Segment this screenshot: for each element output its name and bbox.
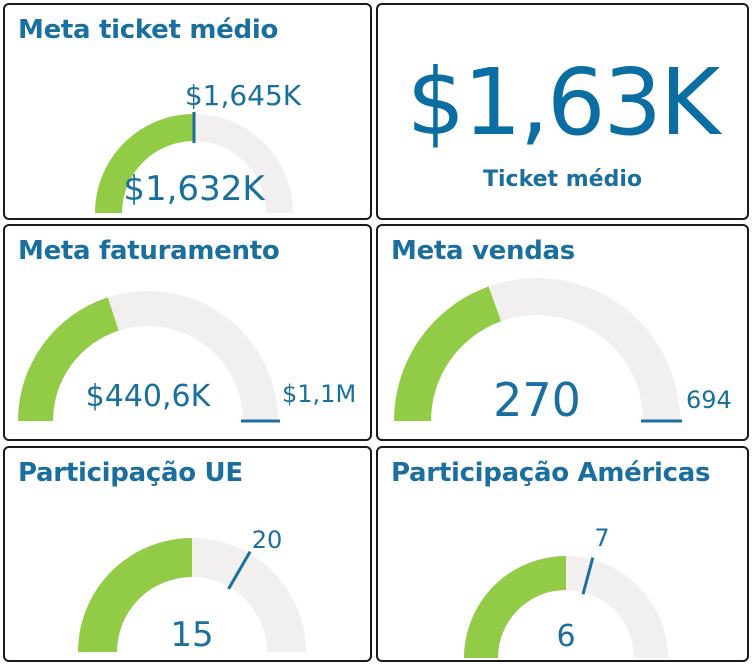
gauge-card-participacao-americas[interactable]: Participação Américas 67: [376, 446, 749, 662]
kpi-label: Ticket médio: [483, 167, 642, 192]
gauge-meta-ticket-medio: $1,632K $1,645K: [95, 79, 302, 213]
gauge-card-meta-ticket-medio[interactable]: Meta ticket médio $1,632K $1,645K: [3, 3, 372, 220]
gauge-meta-faturamento: $440,6K $1,1M: [18, 291, 356, 423]
gauge-target-label: $1,645K: [185, 79, 302, 112]
kpi-card-ticket-medio[interactable]: $1,63K Ticket médio: [376, 3, 749, 220]
gauge-fill: [394, 286, 502, 421]
gauge-fill: [464, 556, 566, 658]
gauge-meta-vendas: 270 694: [394, 278, 732, 427]
gauge-value-label: 270: [493, 373, 581, 427]
gauge-target-label: 694: [686, 386, 732, 414]
kpi-value: $1,63K: [406, 49, 721, 156]
gauge-participacao-ue: 1520: [78, 526, 306, 655]
gauge-target-label: $1,1M: [282, 380, 356, 408]
gauge-card-participacao-ue[interactable]: Participação UE 15 20: [3, 446, 372, 662]
gauge-target-label: 7: [594, 524, 609, 552]
gauge-target-label: 20: [252, 526, 283, 554]
gauge-value-label: 6: [556, 619, 575, 654]
gauge-value-label: 15: [170, 615, 213, 655]
gauge-card-meta-faturamento[interactable]: Meta faturamento $440,6K $1,1M: [3, 224, 372, 441]
gauge-value-label: $440,6K: [86, 379, 212, 414]
gauge-card-meta-vendas[interactable]: Meta vendas 270 694: [376, 224, 749, 441]
gauge-value-label: $1,632K: [123, 169, 266, 209]
gauge-participacao-americas: 67: [464, 524, 668, 658]
